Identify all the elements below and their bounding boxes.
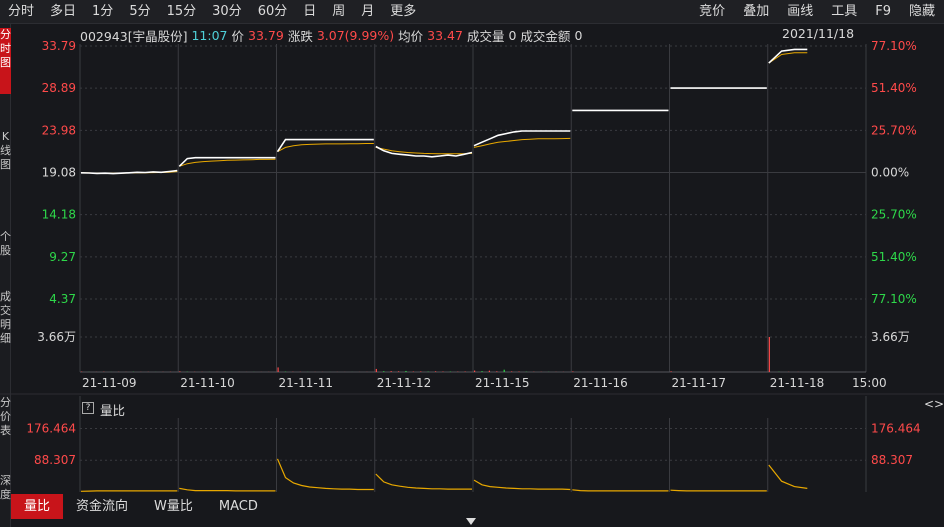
volume-bar (375, 368, 377, 372)
x-tick-label: 21-11-17 (672, 376, 726, 390)
x-tick-label: 21-11-10 (180, 376, 234, 390)
volume-bar (383, 371, 385, 372)
x-tick-label: 21-11-12 (377, 376, 431, 390)
pct-tick-label: 25.70% (871, 123, 917, 137)
ratio-tick-label-right: 176.464 (871, 421, 921, 435)
tab-fund-flow[interactable]: 资金流向 (63, 494, 141, 519)
volume-max-label: 3.66万 (37, 330, 76, 344)
volume-bar (397, 371, 400, 372)
volume-ratio-line (768, 464, 808, 489)
volume-bar (390, 371, 392, 372)
ratio-tick-label: 88.307 (34, 453, 76, 467)
avg-price-line (179, 158, 276, 167)
price-line (768, 48, 808, 64)
volume-ratio-line (375, 473, 472, 490)
x-tick-label: 21-11-16 (573, 376, 627, 390)
ratio-tick-label: 176.464 (26, 421, 76, 435)
volume-ratio-line (572, 489, 669, 492)
pct-tick-label: 0.00% (871, 166, 909, 180)
pct-tick-label: 51.40% (871, 250, 917, 264)
volume-bar (503, 369, 505, 372)
tab-w-volume-ratio[interactable]: W量比 (141, 494, 206, 519)
price-tick-label: 4.37 (49, 292, 76, 306)
indicator-tabs: 量比 资金流向 W量比 MACD (11, 494, 271, 519)
price-tick-label: 14.18 (42, 208, 76, 222)
ratio-tick-label-right: 88.307 (871, 453, 913, 467)
volume-bar (420, 371, 422, 372)
volume-ratio-line (473, 479, 571, 491)
price-tick-label: 23.98 (42, 123, 76, 137)
price-tick-label: 33.79 (42, 39, 76, 53)
volume-ratio-line (179, 487, 276, 492)
indicator-title: 量比 (100, 403, 126, 418)
volume-bar (434, 371, 437, 372)
x-tick-label: 21-11-11 (279, 376, 333, 390)
x-tick-label: 21-11-09 (82, 376, 136, 390)
price-tick-label: 9.27 (49, 250, 76, 264)
volume-bar (511, 371, 513, 372)
collapse-arrow-icon[interactable]: <> (924, 397, 944, 411)
volume-bar (670, 371, 672, 372)
volume-bar (405, 370, 407, 372)
pct-tick-label: 77.10% (871, 292, 917, 306)
volume-bar (768, 337, 770, 372)
volume-bar (481, 371, 483, 372)
volume-bar (488, 370, 491, 372)
volume-ratio-line (276, 458, 374, 491)
volume-bar (572, 371, 574, 372)
x-tick-label: 21-11-15 (475, 376, 529, 390)
tab-volume-ratio[interactable]: 量比 (11, 494, 64, 519)
pct-tick-label: 77.10% (871, 39, 917, 53)
volume-max-label-right: 3.66万 (871, 330, 910, 344)
x-tick-label: 15:00 (852, 376, 887, 390)
volume-bar (496, 371, 498, 372)
scroll-down-icon[interactable] (466, 518, 476, 525)
volume-bar (277, 367, 279, 372)
x-tick-label: 21-11-18 (770, 376, 824, 390)
volume-bar (474, 370, 476, 372)
help-icon[interactable]: ? (82, 402, 94, 414)
price-tick-label: 28.89 (42, 81, 76, 95)
volume-ratio-line (670, 489, 767, 492)
pct-tick-label: 25.70% (871, 208, 917, 222)
volume-bar (179, 371, 181, 372)
price-line (375, 145, 473, 158)
avg-price-line (277, 143, 374, 153)
intraday-chart: 33.79 77.10% 28.89 51.40% 23.98 25.70% 19.08 0.… (0, 39, 944, 492)
pct-tick-label: 51.40% (871, 81, 917, 95)
price-tick-label: 19.08 (42, 166, 76, 180)
tab-macd[interactable]: MACD (206, 494, 271, 519)
